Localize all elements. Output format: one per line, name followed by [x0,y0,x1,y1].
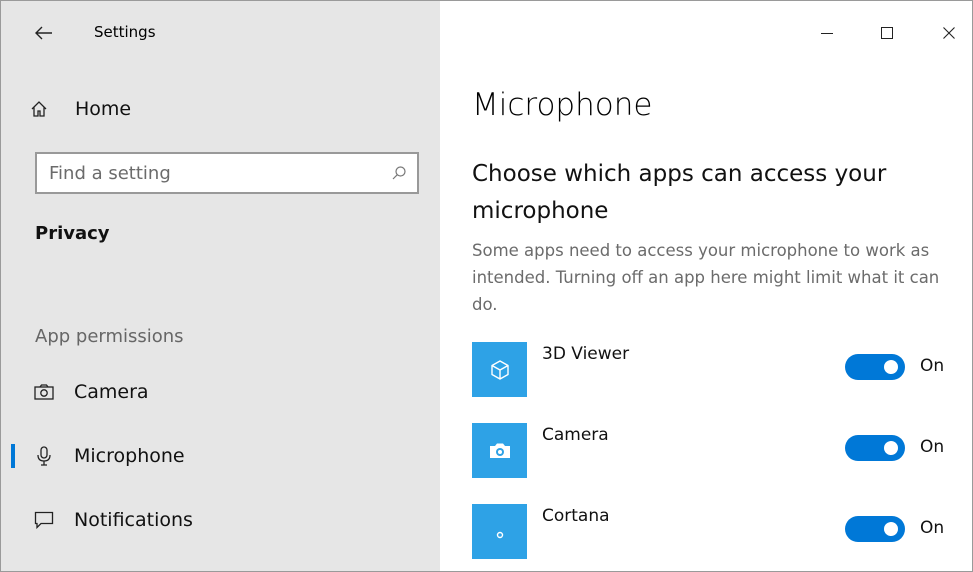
sidebar-item-notifications[interactable]: Notifications [1,500,440,540]
settings-window: Settings Home Privacy App permissions [0,0,973,572]
toggle-switch[interactable] [845,354,905,380]
section-title: Privacy [35,223,110,244]
maximize-icon [881,27,893,39]
sidebar-item-label: Notifications [74,509,193,531]
app-name: Cortana [542,506,610,526]
app-title: Settings [94,23,156,41]
notifications-icon [31,511,57,529]
toggle-switch[interactable] [845,435,905,461]
sidebar: Settings Home Privacy App permissions [1,1,440,571]
search-icon[interactable] [381,165,417,181]
main-content: Microphone Choose which apps can access … [440,1,972,571]
app-name: 3D Viewer [542,344,630,364]
toggle-switch[interactable] [845,516,905,542]
maximize-button[interactable] [865,13,909,53]
cube-icon [490,359,509,380]
cortana-icon [496,531,503,538]
close-icon [943,27,955,39]
app-tile [472,504,527,559]
page-title: Microphone [472,87,653,123]
app-name: Camera [542,425,609,445]
sidebar-item-label: Microphone [74,445,185,467]
toggle-knob [884,522,898,536]
toggle-knob [884,441,898,455]
toggle-knob [884,360,898,374]
minimize-icon [821,33,833,34]
app-tile [472,342,527,397]
app-row: Camera On [472,423,962,481]
toggle-state-label: On [920,356,945,376]
sidebar-item-label: Home [75,98,132,120]
description-text: Some apps need to access your microphone… [472,241,940,314]
sidebar-item-home[interactable]: Home [19,91,419,127]
sidebar-item-camera[interactable]: Camera [1,372,440,412]
home-icon [19,100,59,118]
app-row: 3D Viewer On [472,342,962,400]
camera-icon [31,384,57,400]
search-box [35,152,419,194]
camera-app-icon [489,443,510,458]
search-input[interactable] [37,154,381,192]
toggle-state-label: On [920,437,945,457]
app-tile [472,423,527,478]
app-row: Cortana On [472,504,962,562]
back-arrow-icon [35,26,52,40]
minimize-button[interactable] [805,13,849,53]
section-subheading: Choose which apps can access your microp… [472,161,887,224]
microphone-icon [31,446,57,466]
sidebar-item-microphone[interactable]: Microphone [1,436,440,476]
toggle-state-label: On [920,518,945,538]
back-button[interactable] [29,19,59,47]
group-header: App permissions [35,326,184,347]
selection-indicator [11,444,15,468]
close-button[interactable] [927,13,971,53]
sidebar-item-label: Camera [74,381,149,403]
